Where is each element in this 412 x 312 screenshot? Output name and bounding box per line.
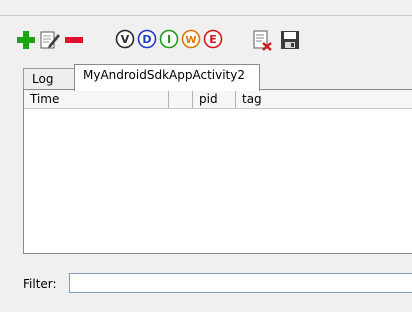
debug-filter-button[interactable]: D bbox=[137, 29, 157, 49]
warning-icon: W bbox=[181, 29, 201, 49]
tab-log[interactable]: Log bbox=[23, 68, 75, 90]
column-header-time[interactable]: Time bbox=[24, 90, 169, 108]
save-icon bbox=[281, 31, 299, 49]
verbose-icon: V bbox=[115, 29, 135, 49]
logcat-toolbar: V D I W E bbox=[15, 29, 412, 53]
column-header-tag-label: tag bbox=[242, 92, 262, 106]
top-divider bbox=[0, 15, 412, 16]
filter-input[interactable] bbox=[69, 273, 412, 293]
column-header-tag[interactable]: tag bbox=[236, 90, 412, 108]
filter-label: Filter: bbox=[23, 277, 57, 291]
log-table[interactable]: Time pid tag bbox=[23, 89, 412, 254]
add-icon bbox=[17, 31, 35, 49]
edit-icon bbox=[40, 31, 60, 49]
error-letter: E bbox=[209, 33, 217, 46]
remove-icon bbox=[65, 37, 83, 43]
save-log-button[interactable] bbox=[279, 29, 301, 51]
verbose-filter-button[interactable]: V bbox=[115, 29, 135, 49]
clear-log-button[interactable] bbox=[251, 29, 273, 51]
remove-filter-button[interactable] bbox=[63, 29, 85, 51]
tab-log-label: Log bbox=[32, 72, 54, 86]
tab-myandroidsdkappactivity2[interactable]: MyAndroidSdkAppActivity2 bbox=[74, 64, 260, 91]
edit-filter-button[interactable] bbox=[39, 29, 61, 51]
clear-log-icon bbox=[253, 30, 272, 51]
error-icon: E bbox=[203, 29, 223, 49]
info-icon: I bbox=[159, 29, 179, 49]
column-header-pid-label: pid bbox=[199, 92, 218, 106]
column-header-time-label: Time bbox=[30, 92, 60, 106]
verbose-letter: V bbox=[121, 33, 130, 46]
warning-filter-button[interactable]: W bbox=[181, 29, 201, 49]
tab-activity-label: MyAndroidSdkAppActivity2 bbox=[83, 68, 245, 82]
debug-letter: D bbox=[142, 33, 151, 46]
info-filter-button[interactable]: I bbox=[159, 29, 179, 49]
column-header-blank[interactable] bbox=[169, 90, 193, 108]
debug-icon: D bbox=[137, 29, 157, 49]
logcat-tabs: Log MyAndroidSdkAppActivity2 bbox=[23, 64, 412, 91]
log-table-header: Time pid tag bbox=[24, 90, 412, 109]
add-filter-button[interactable] bbox=[15, 29, 37, 51]
column-header-pid[interactable]: pid bbox=[193, 90, 236, 108]
warning-letter: W bbox=[185, 35, 196, 46]
info-letter: I bbox=[167, 33, 171, 46]
error-filter-button[interactable]: E bbox=[203, 29, 223, 49]
